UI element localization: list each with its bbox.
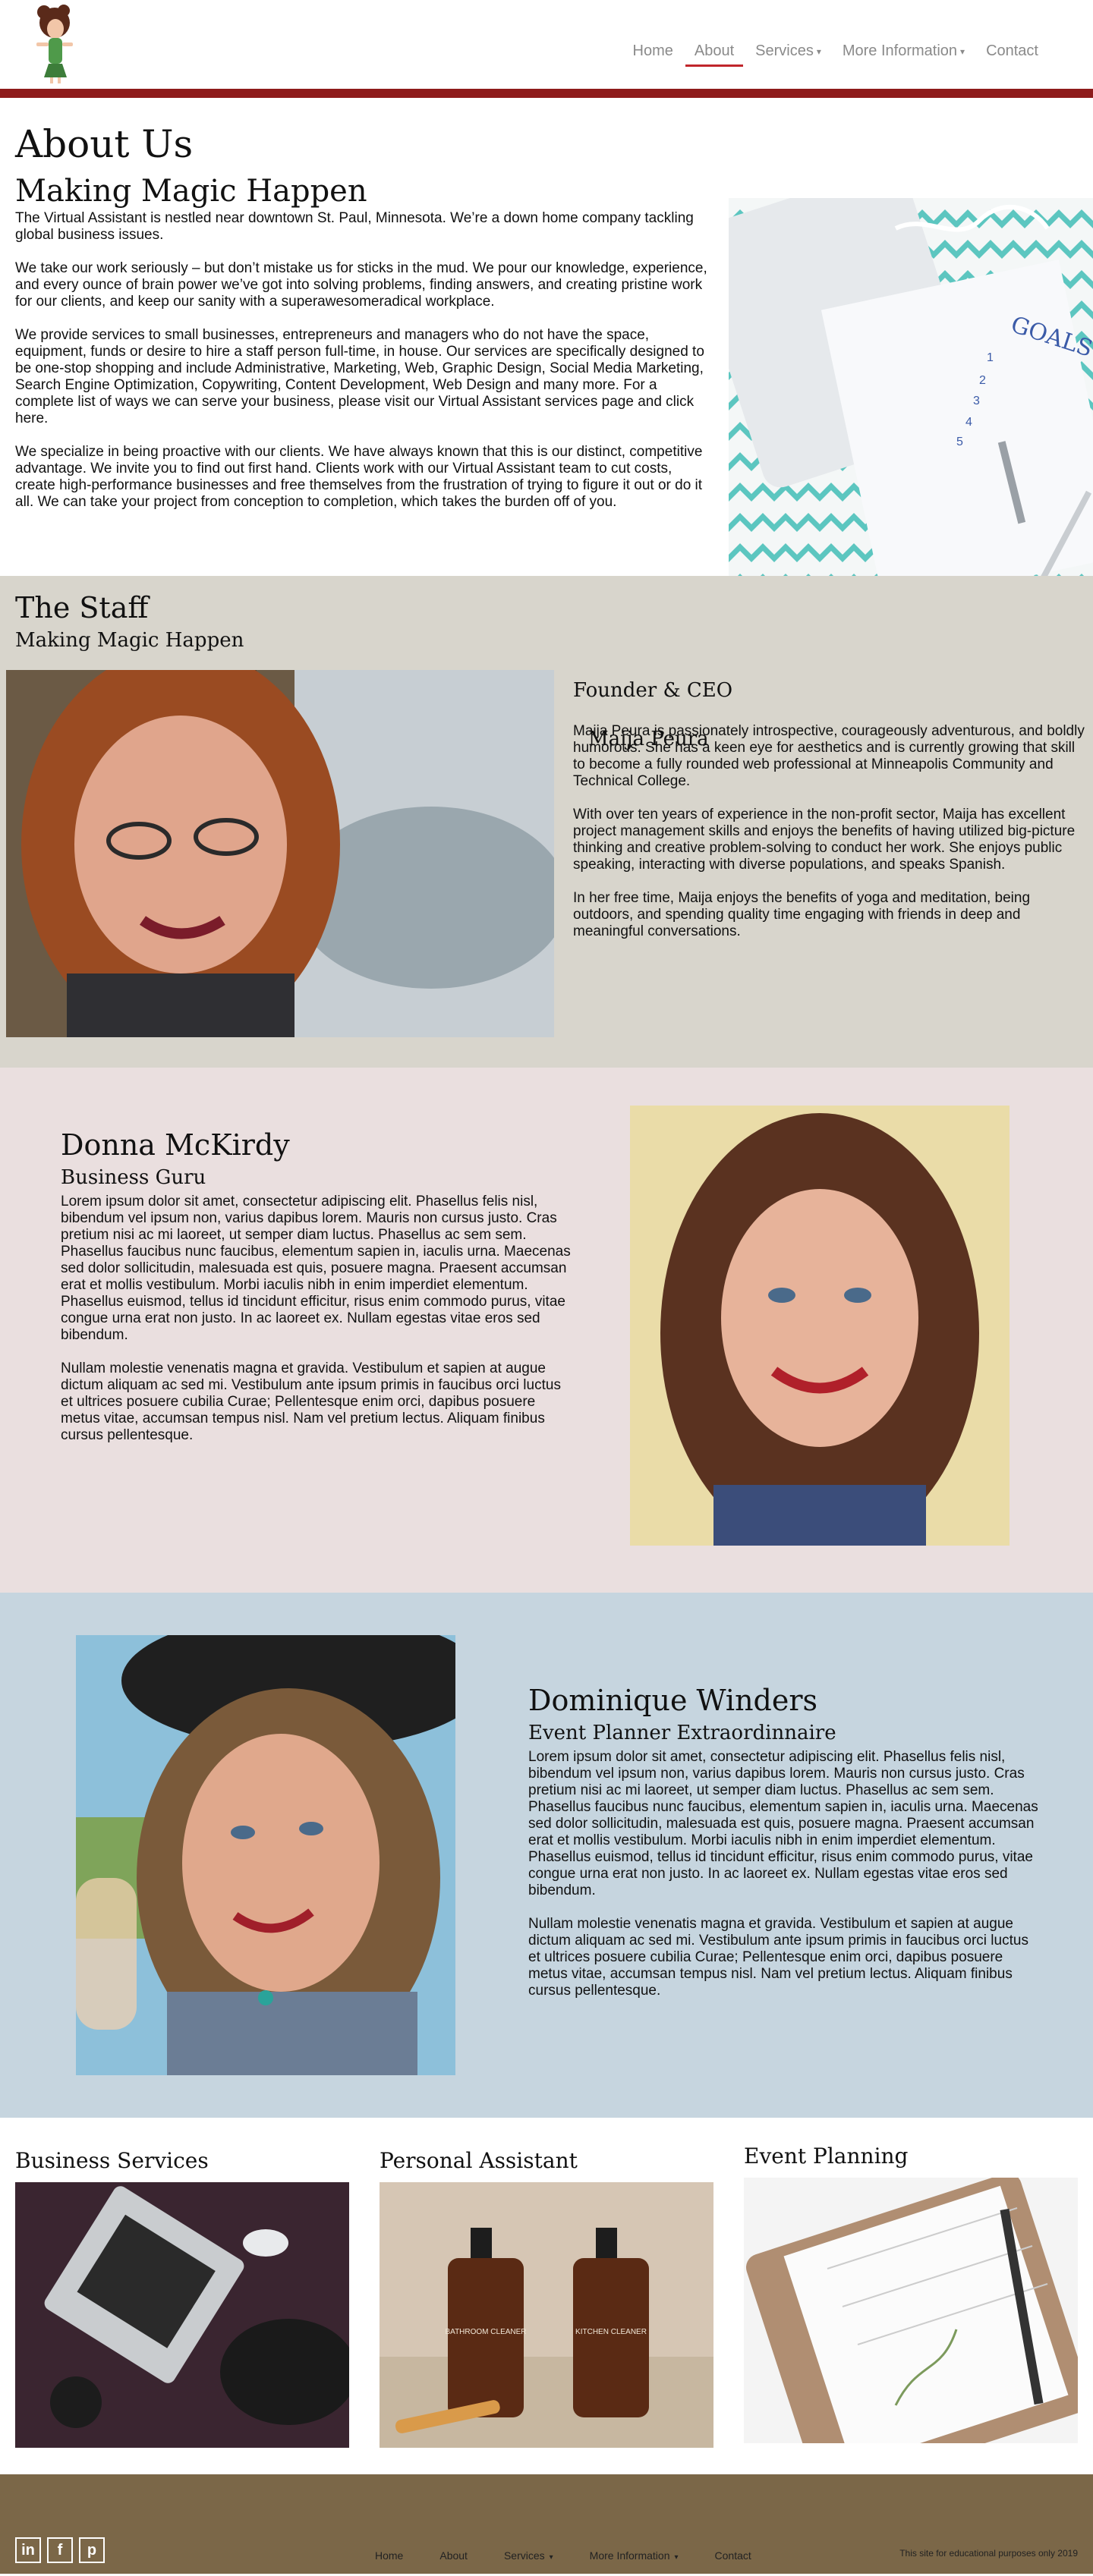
footer-nav-label: About (439, 2549, 468, 2562)
footer-nav-label: Services (503, 2549, 545, 2562)
footer-nav-home[interactable]: Home (357, 2549, 421, 2562)
linkedin-icon[interactable]: in (15, 2537, 41, 2563)
about-section: About Us Making Magic Happen The Virtual… (0, 98, 1093, 576)
chevron-down-icon: ▾ (549, 2553, 553, 2562)
nav-contact-label: Contact (986, 42, 1038, 59)
service-card-personal-assistant[interactable]: Personal Assistant BATHROOM CLEANER KITC… (380, 2148, 713, 2448)
site-footer: in f p Home About Services ▾ More Informa… (0, 2474, 1093, 2574)
service-card-event-planning[interactable]: Event Planning (744, 2144, 1078, 2443)
svg-text:3: 3 (973, 395, 980, 407)
svg-text:5: 5 (956, 436, 963, 448)
main-nav: Home About Services ▾ More Information ▾ C… (622, 42, 1050, 67)
about-paragraph: We specialize in being proactive with ou… (15, 444, 703, 510)
about-paragraph: The Virtual Assistant is nestled near do… (15, 210, 694, 243)
bio-paragraph: Nullam molestie venenatis magna et gravi… (61, 1360, 561, 1443)
page-title: About Us (15, 122, 194, 166)
svg-text:1: 1 (987, 351, 994, 364)
service-title: Personal Assistant (380, 2148, 578, 2173)
staff-name: Dominique Winders (528, 1684, 818, 1717)
staff-subtitle: Making Magic Happen (15, 629, 244, 652)
staff-name: Donna McKirdy (61, 1128, 290, 1162)
nav-contact[interactable]: Contact (975, 42, 1049, 60)
nav-home[interactable]: Home (622, 42, 684, 60)
maija-peura-bio: Maija Peura Founder & CEO Maija Peura is… (573, 675, 1089, 957)
chevron-down-icon: ▾ (960, 46, 965, 57)
chevron-down-icon: ▾ (816, 46, 821, 57)
personal-assistant-image: BATHROOM CLEANER KITCHEN CLEANER (380, 2182, 713, 2448)
dominique-winders-bio: Dominique Winders Event Planner Extraord… (528, 1684, 1044, 2016)
service-title: Business Services (15, 2148, 209, 2173)
nav-services-label: Services (755, 42, 814, 59)
footer-nav-services[interactable]: Services ▾ (486, 2549, 572, 2562)
nav-about-label: About (694, 42, 735, 59)
dominique-winders-photo (76, 1635, 455, 2075)
staff-role: Business Guru (61, 1166, 206, 1189)
bio-paragraph: Nullam molestie venenatis magna et gravi… (528, 1916, 1028, 1999)
service-title: Event Planning (744, 2144, 909, 2169)
nav-home-label: Home (632, 42, 673, 59)
footer-fine-print: This site for educational purposes only … (899, 2548, 1078, 2559)
goals-notebook-image: GOALS 1 2 3 4 5 (729, 198, 1093, 576)
maija-peura-photo (6, 670, 554, 1037)
donna-mckirdy-section: Donna McKirdy Business Guru Lorem ipsum … (0, 1068, 1093, 1593)
logo-girl-illustration[interactable] (27, 5, 80, 86)
footer-nav: Home About Services ▾ More Information ▾ C… (357, 2549, 770, 2562)
nav-about[interactable]: About (684, 42, 745, 67)
bottle-label: KITCHEN CLEANER (575, 2328, 647, 2336)
staff-name: Maija Peura (588, 728, 709, 750)
svg-text:4: 4 (965, 416, 972, 429)
nav-more-information-label: More Information (842, 42, 958, 59)
bottle-label: BATHROOM CLEANER (445, 2328, 526, 2336)
chevron-down-icon: ▾ (674, 2553, 679, 2562)
staff-section: The Staff Making Magic Happen Maija Peur… (0, 576, 1093, 1068)
site-header: Home About Services ▾ More Information ▾ C… (0, 0, 1093, 98)
donna-mckirdy-photo (630, 1106, 1010, 1546)
about-subtitle: Making Magic Happen (15, 174, 367, 209)
nav-more-information[interactable]: More Information ▾ (832, 42, 975, 60)
facebook-icon[interactable]: f (47, 2537, 73, 2563)
about-body: The Virtual Assistant is nestled near do… (15, 210, 712, 527)
bio-paragraph: In her free time, Maija enjoys the benef… (573, 890, 1031, 939)
business-services-image (15, 2182, 349, 2448)
about-paragraph: We take our work seriously – but don’t m… (15, 260, 707, 310)
donna-mckirdy-bio: Donna McKirdy Business Guru Lorem ipsum … (61, 1128, 577, 1461)
services-section: Business Services Personal Assistant BAT… (0, 2118, 1093, 2474)
staff-role: Event Planner Extraordinnaire (528, 1722, 836, 1744)
pinterest-icon[interactable]: p (79, 2537, 105, 2563)
bio-paragraph: Lorem ipsum dolor sit amet, consectetur … (528, 1749, 1038, 1898)
bio-paragraph: Lorem ipsum dolor sit amet, consectetur … (61, 1194, 571, 1343)
svg-text:2: 2 (979, 374, 986, 387)
nav-services[interactable]: Services ▾ (745, 42, 832, 60)
staff-role: Founder & CEO (573, 679, 733, 702)
service-card-business[interactable]: Business Services (15, 2148, 349, 2448)
social-links: in f p (15, 2537, 105, 2563)
footer-nav-label: More Information (589, 2549, 670, 2562)
staff-title: The Staff (15, 591, 149, 624)
dominique-winders-section: Dominique Winders Event Planner Extraord… (0, 1593, 1093, 2118)
footer-nav-more-information[interactable]: More Information ▾ (572, 2549, 697, 2562)
footer-nav-label: Home (375, 2549, 404, 2562)
about-paragraph: We provide services to small businesses,… (15, 327, 704, 426)
footer-nav-contact[interactable]: Contact (697, 2549, 770, 2562)
footer-nav-label: Contact (714, 2549, 751, 2562)
event-planning-image (744, 2178, 1078, 2443)
footer-nav-about[interactable]: About (421, 2549, 486, 2562)
bio-paragraph: With over ten years of experience in the… (573, 807, 1076, 873)
